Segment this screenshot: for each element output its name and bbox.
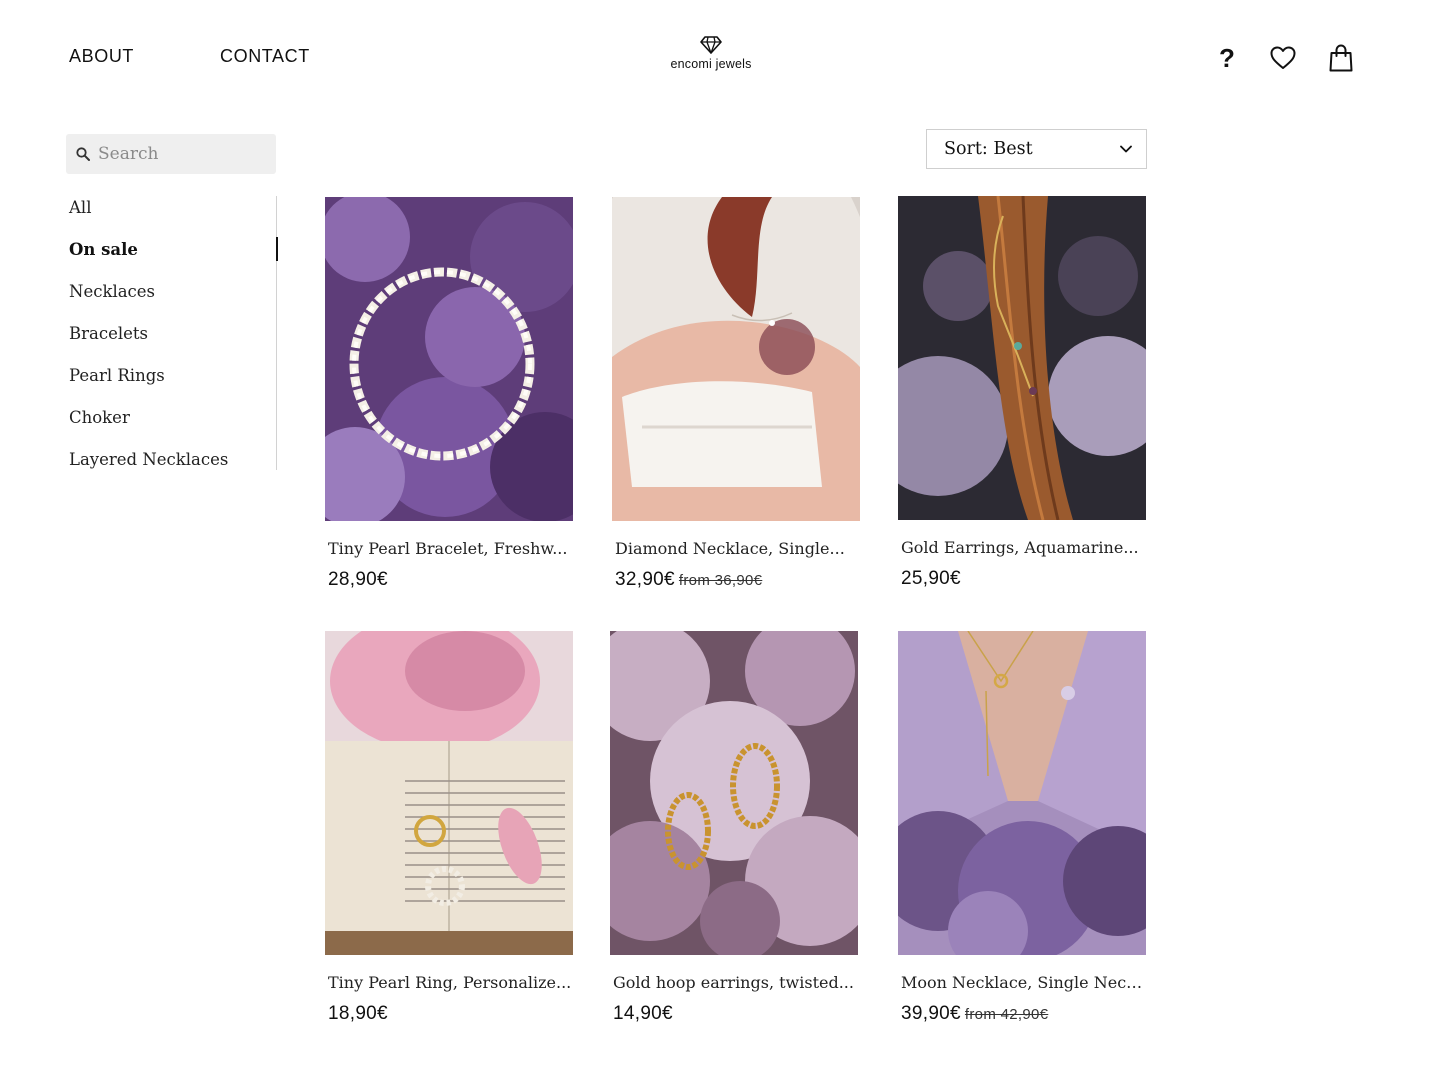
category-necklaces[interactable]: Necklaces [69,282,155,301]
product-title[interactable]: Diamond Necklace, Single... [615,539,861,558]
active-category-marker [276,237,278,261]
price-current: 25,90€ [901,568,961,589]
product-image-gold-hoop-earrings[interactable] [610,631,858,955]
category-layered-necklaces[interactable]: Layered Necklaces [69,450,228,469]
price-current: 28,90€ [328,569,388,590]
product-price: 32,90€ from 36,90€ [615,569,762,591]
product-title[interactable]: Moon Necklace, Single Neckl... [901,973,1147,992]
product-title[interactable]: Gold Earrings, Aquamarine... [901,538,1147,557]
product-image-pearl-ring[interactable] [325,631,573,955]
product-title[interactable]: Gold hoop earrings, twisted... [613,973,859,992]
product-price: 18,90€ [328,1003,388,1025]
price-current: 18,90€ [328,1003,388,1024]
price-original: from 42,90€ [964,1006,1049,1023]
category-pearl-rings[interactable]: Pearl Rings [69,366,165,385]
product-image-diamond-necklace[interactable] [612,197,860,521]
sort-label: Sort: Best [944,139,1033,159]
product-image-moon-necklace[interactable] [898,631,1146,955]
heart-icon[interactable] [1268,43,1298,73]
shopping-bag-icon[interactable] [1326,43,1356,73]
nav-contact-link[interactable]: CONTACT [220,46,310,67]
category-on-sale[interactable]: On sale [69,240,138,259]
search-icon [76,147,90,161]
brand-name: encomi jewels [670,57,752,71]
product-price: 25,90€ [901,568,961,590]
product-title[interactable]: Tiny Pearl Ring, Personalize... [328,973,574,992]
sort-dropdown[interactable]: Sort: Best [926,129,1147,169]
category-list: All On sale Necklaces Bracelets Pearl Ri… [69,196,278,470]
search-box[interactable] [66,134,276,174]
category-bracelets[interactable]: Bracelets [69,324,148,343]
nav-about-link[interactable]: ABOUT [69,46,134,67]
product-image-gold-earrings[interactable] [898,196,1146,520]
product-title[interactable]: Tiny Pearl Bracelet, Freshw... [328,539,574,558]
brand-logo[interactable]: encomi jewels [660,36,762,71]
category-all[interactable]: All [69,198,91,217]
price-current: 32,90€ [615,569,675,590]
price-original: from 36,90€ [678,572,763,589]
search-input[interactable] [98,144,258,164]
category-choker[interactable]: Choker [69,408,130,427]
chevron-down-icon [1120,145,1132,153]
price-current: 14,90€ [613,1003,673,1024]
product-price: 28,90€ [328,569,388,591]
diamond-icon [700,36,722,54]
price-current: 39,90€ [901,1003,961,1024]
product-price: 39,90€ from 42,90€ [901,1003,1048,1025]
product-price: 14,90€ [613,1003,673,1025]
question-mark-icon[interactable]: ? [1212,43,1242,73]
product-image-pearl-bracelet[interactable] [325,197,573,521]
